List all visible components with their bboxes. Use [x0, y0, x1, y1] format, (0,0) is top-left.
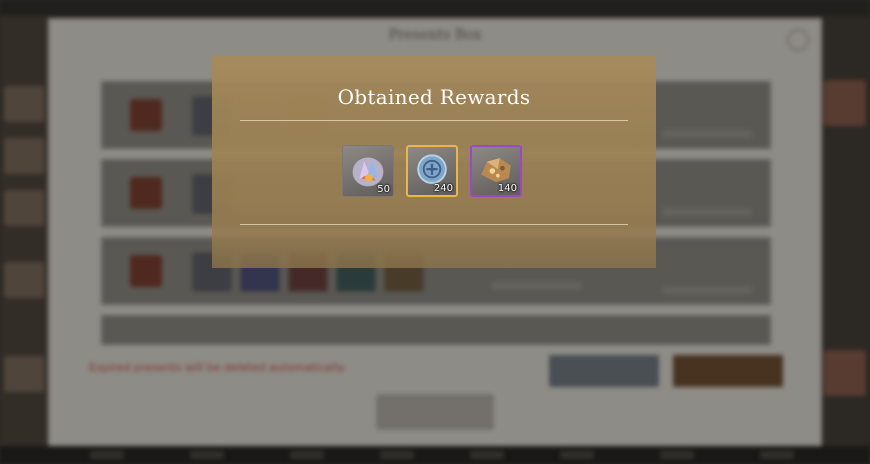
- popup-title: Obtained Rewards: [337, 85, 531, 109]
- reward-item-ore[interactable]: 140: [470, 145, 522, 197]
- divider: [240, 120, 628, 121]
- reward-item-coin[interactable]: 240: [406, 145, 458, 197]
- reward-quantity: 140: [497, 183, 517, 194]
- divider: [240, 224, 628, 225]
- reward-quantity: 240: [433, 183, 453, 194]
- reward-quantity: 50: [377, 184, 390, 195]
- obtained-rewards-popup[interactable]: Obtained Rewards 50 240 140: [212, 56, 656, 268]
- reward-item-crystal[interactable]: 50: [342, 145, 394, 197]
